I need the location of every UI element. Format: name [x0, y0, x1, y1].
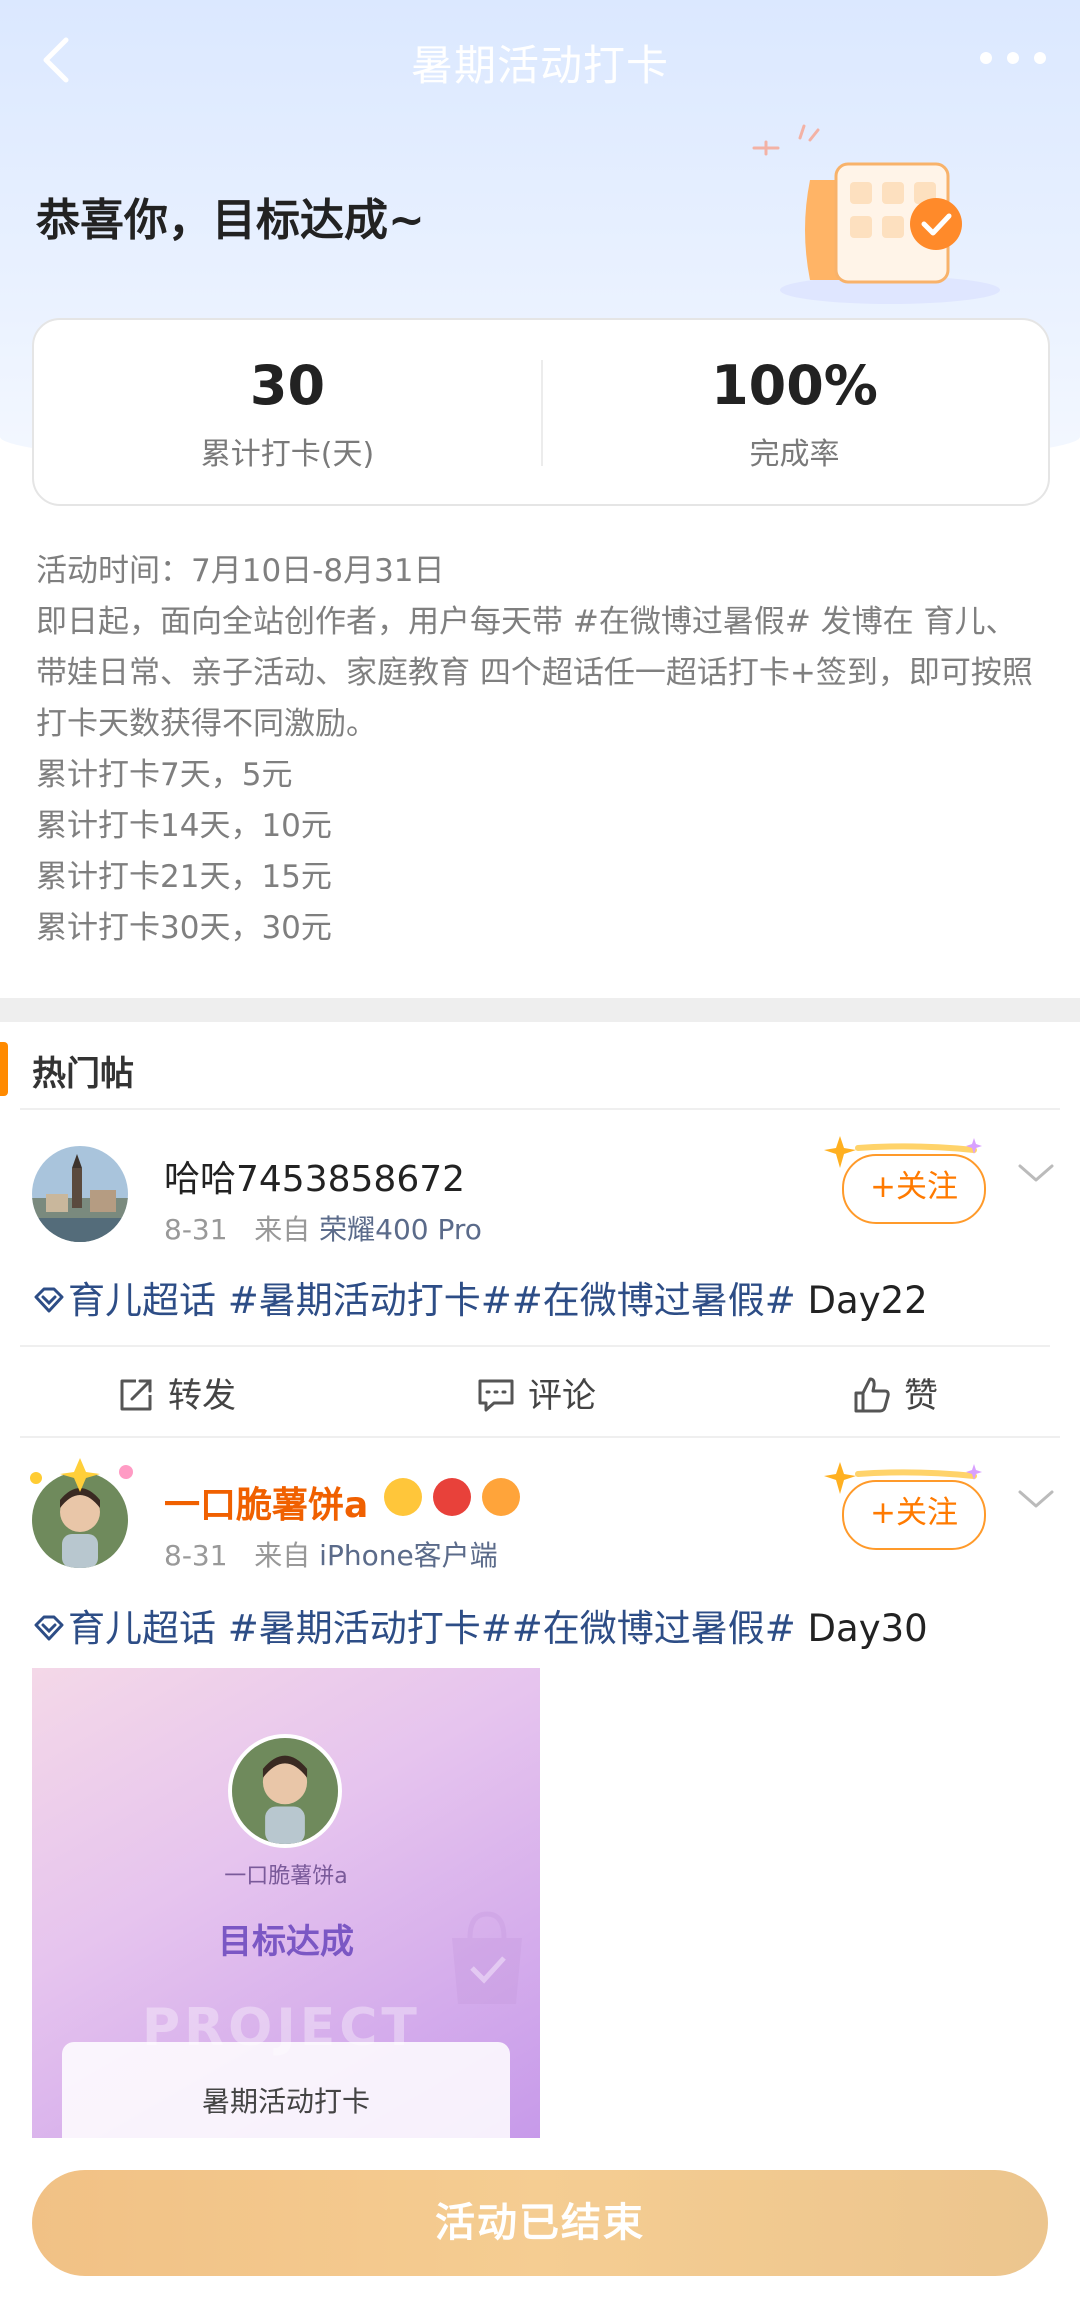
- avatar[interactable]: [32, 1146, 128, 1242]
- like-label: 赞: [904, 1376, 938, 1416]
- post-source: iPhone客户端: [319, 1539, 498, 1572]
- bird-badge-icon: [433, 1478, 472, 1516]
- post-content: 育儿超话 #暑期活动打卡##在微博过暑假# Day22: [32, 1270, 928, 1324]
- from-label: 来自: [254, 1539, 311, 1572]
- post-meta: 8-31 来自 荣耀400 Pro: [164, 1208, 482, 1248]
- from-label: 来自: [254, 1213, 311, 1246]
- avatar-frame-decoration-icon: [30, 1458, 133, 1492]
- repost-button[interactable]: 转发: [116, 1368, 236, 1418]
- post-day: Day22: [795, 1279, 928, 1322]
- divider: [20, 1108, 1060, 1110]
- thumbs-up-icon: [854, 1377, 890, 1413]
- super-topic-icon: [34, 1615, 64, 1641]
- post-date: 8-31: [164, 1539, 228, 1572]
- image-card-title: 暑期活动打卡: [201, 2085, 370, 2118]
- username[interactable]: 哈哈7453858672: [164, 1150, 465, 1202]
- hashtag-links[interactable]: #暑期活动打卡##在微博过暑假#: [216, 1279, 796, 1322]
- post-content: 育儿超话 #暑期活动打卡##在微博过暑假# Day30: [32, 1598, 928, 1652]
- page-title: 暑期活动打卡: [410, 41, 669, 90]
- topic-link[interactable]: 育儿超话: [68, 1279, 216, 1322]
- stat-label: 累计打卡(天): [200, 437, 375, 472]
- stats-card: 30 累计打卡(天) 100% 完成率: [32, 318, 1050, 506]
- stat-label: 完成率: [749, 437, 840, 472]
- stat-value: 30: [249, 354, 326, 417]
- shopping-bag-icon: [452, 1911, 522, 2004]
- crown-badge-icon: [384, 1478, 422, 1516]
- follow-area: +关注: [824, 1136, 992, 1226]
- activity-time: 活动时间：7月10日-8月31日: [36, 553, 445, 589]
- hot-posts-header: 热门帖: [0, 1038, 1080, 1108]
- post-image[interactable]: 一口脆薯饼a 目标达成 PROJECT 暑期活动打卡: [32, 1668, 540, 2138]
- follow-button[interactable]: +关注: [842, 1480, 986, 1550]
- post-source: 荣耀400 Pro: [319, 1213, 482, 1246]
- follow-button[interactable]: +关注: [842, 1154, 986, 1224]
- city-photo-avatar: [32, 1146, 128, 1242]
- section-title: 热门帖: [32, 1054, 134, 1094]
- stat-value: 100%: [711, 354, 878, 417]
- section-separator: [0, 998, 1080, 1022]
- chevron-down-icon[interactable]: [1016, 1484, 1056, 1514]
- post-meta: 8-31 来自 iPhone客户端: [164, 1534, 498, 1574]
- section-accent-bar: [0, 1042, 8, 1096]
- super-topic-icon: [34, 1287, 64, 1313]
- more-button[interactable]: [968, 38, 1058, 78]
- chevron-down-icon[interactable]: [1016, 1158, 1056, 1188]
- child-photo-avatar: [232, 1738, 338, 1844]
- reward-item: 累计打卡7天，5元: [36, 757, 293, 793]
- share-icon: [120, 1379, 152, 1411]
- checklist-calendar-illustration: [752, 124, 1000, 304]
- follow-area: +关注: [824, 1462, 992, 1552]
- activity-description: 活动时间：7月10日-8月31日 即日起，面向全站创作者，用户每天带 #在微博过…: [36, 546, 1046, 954]
- congrats-heading: 恭喜你，目标达成~: [36, 195, 425, 246]
- image-username: 一口脆薯饼a: [224, 1864, 348, 1889]
- comment-icon: [478, 1379, 514, 1412]
- post-date: 8-31: [164, 1213, 228, 1246]
- image-avatar: [228, 1734, 342, 1848]
- activity-rules: 即日起，面向全站创作者，用户每天带 #在微博过暑假# 发博在 育儿、带娃日常、亲…: [36, 604, 1033, 742]
- divider: [20, 1345, 1050, 1347]
- repost-label: 转发: [168, 1376, 236, 1416]
- topic-link[interactable]: 育儿超话: [68, 1607, 216, 1650]
- reward-item: 累计打卡30天，30元: [36, 910, 332, 946]
- more-horizontal-icon: [980, 52, 1046, 64]
- post-day: Day30: [795, 1607, 928, 1650]
- comment-button[interactable]: 评论: [476, 1368, 596, 1418]
- activity-ended-button[interactable]: 活动已结束: [32, 2170, 1048, 2276]
- comment-label: 评论: [528, 1376, 596, 1416]
- reward-item: 累计打卡21天，15元: [36, 859, 332, 895]
- reward-item: 累计打卡14天，10元: [36, 808, 332, 844]
- like-button[interactable]: 赞: [852, 1368, 938, 1418]
- username[interactable]: 一口脆薯饼a: [164, 1476, 368, 1528]
- fish-badge-icon: [482, 1478, 521, 1516]
- top-bar: 暑期活动打卡: [0, 0, 1080, 120]
- image-card: 暑期活动打卡: [62, 2042, 510, 2138]
- hashtag-links[interactable]: #暑期活动打卡##在微博过暑假#: [216, 1607, 796, 1650]
- user-badges: [384, 1478, 526, 1516]
- divider: [20, 1436, 1060, 1438]
- stat-total-days: 30 累计打卡(天): [34, 354, 541, 473]
- stat-completion-rate: 100% 完成率: [541, 354, 1048, 473]
